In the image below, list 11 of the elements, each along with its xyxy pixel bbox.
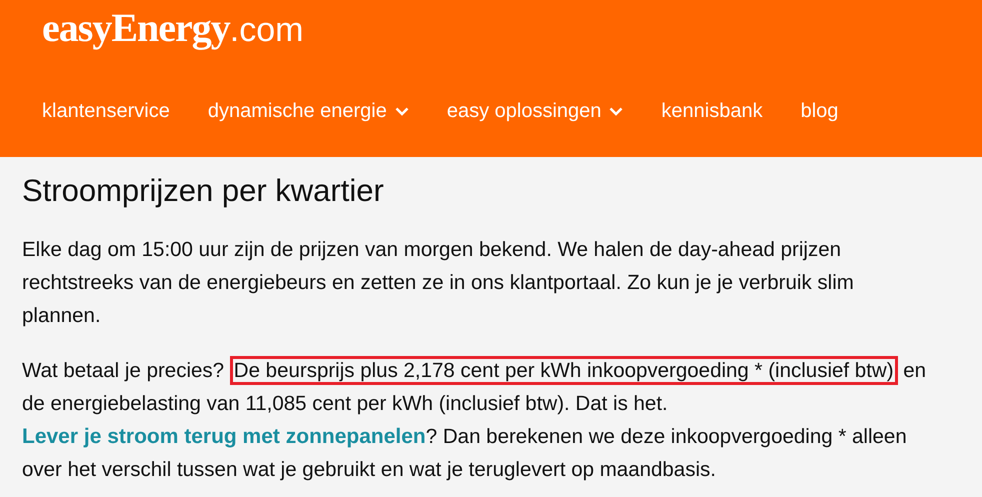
nav-link[interactable]: klantenservice (42, 96, 170, 126)
page-title: Stroomprijzen per kwartier (22, 172, 385, 210)
nav-link[interactable]: dynamische energie (208, 96, 409, 126)
highlighted-text: De beursprijs plus 2,178 cent per kWh inkoopvergoeding * (inclusief btw) (230, 356, 898, 385)
body-paragraph: Elke dag om 15:00 uur zijn de prijzen van morgen bekend. We halen de day-ahead prijzen rechtstreeks van de energiebeurs en zetten ze in ons klantportaal. Zo kun je je verbruik slim plannen. (22, 237, 855, 329)
nav-link[interactable]: blog (800, 96, 838, 126)
solar-link[interactable]: Lever je stroom terug met zonnepanelen (22, 425, 426, 448)
site-logo[interactable]: easyEnergy.com (42, 8, 940, 52)
body-paragraph: Wat betaal je precies? De beursprijs plus 2,178 cent per kWh inkoopvergoeding * (inclusief btw) en de energiebelasting van 11,085 cent per kWh (inclusief btw). Dat is het. Lever je stroom terug met zonnepanelen? Dan berekenen we deze inkoopvergoeding * alleen over het verschil tussen wat je gebruikt en wat je teruglevert op maandbasis. (22, 354, 928, 486)
nav-link[interactable]: easy oplossingen (446, 96, 624, 126)
nav-link[interactable]: kennisbank (661, 96, 763, 126)
